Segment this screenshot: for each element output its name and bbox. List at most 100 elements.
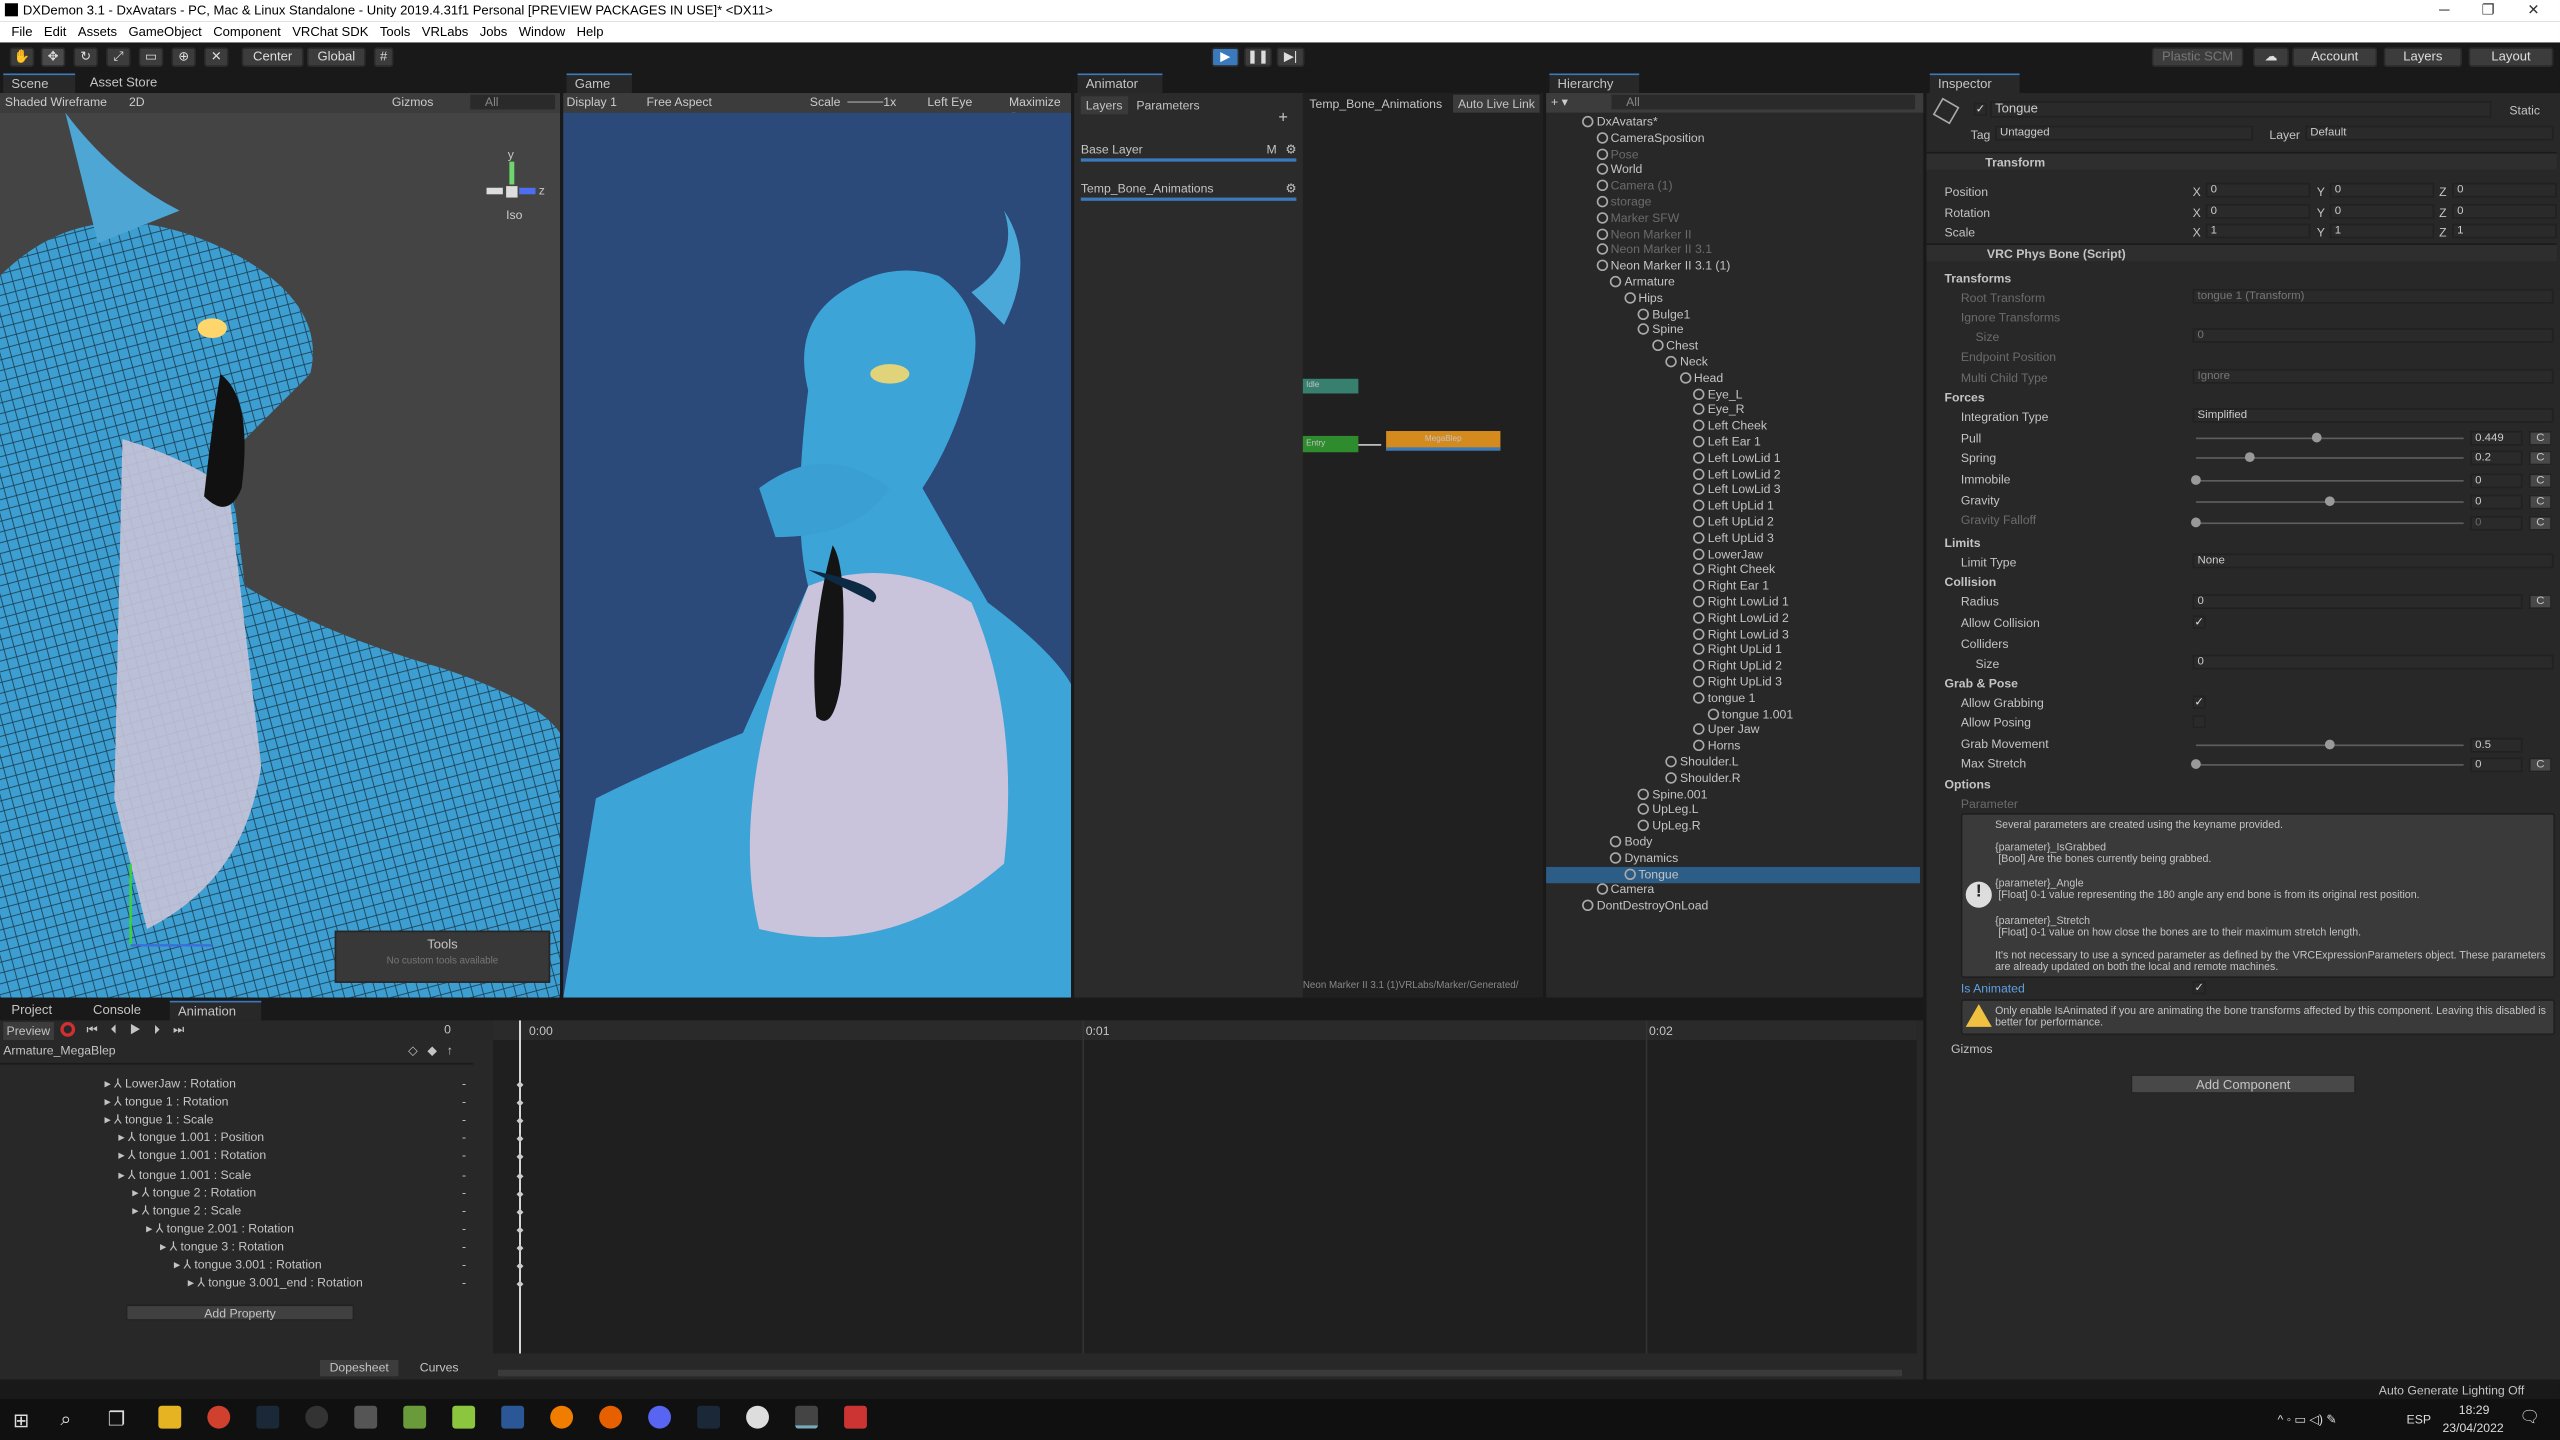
keyframe[interactable] bbox=[516, 1117, 524, 1125]
tab-inspector[interactable]: Inspector bbox=[1929, 73, 2020, 94]
search-icon[interactable]: ⌕ bbox=[60, 1407, 71, 1431]
app-icon[interactable] bbox=[403, 1405, 427, 1429]
move-tool-icon[interactable]: ✥ bbox=[40, 47, 66, 67]
2d-toggle[interactable]: 2D bbox=[129, 95, 145, 110]
hierarchy-item[interactable]: Left LowLid 3 bbox=[1546, 482, 1920, 498]
clock-time[interactable]: 18:29 bbox=[2459, 1402, 2490, 1417]
integration-dropdown[interactable]: Simplified bbox=[2192, 408, 2554, 423]
keyframe-buttons[interactable]: ◇◆↑ bbox=[408, 1043, 462, 1058]
property-options-icon[interactable]: - bbox=[462, 1185, 466, 1201]
slider-grab_movement[interactable] bbox=[2195, 739, 2464, 750]
tag-dropdown[interactable]: Untagged bbox=[1995, 125, 2254, 141]
notification-icon[interactable]: 🗨 bbox=[2519, 1409, 2540, 1427]
limit-type-dropdown[interactable]: None bbox=[2192, 553, 2554, 569]
keyframe[interactable] bbox=[516, 1190, 524, 1198]
gizmos-foldout[interactable]: Gizmos bbox=[1951, 1042, 1993, 1057]
transform-tool-icon[interactable]: ⊕ bbox=[171, 47, 196, 67]
shading-mode-dropdown[interactable]: Shaded Wireframe bbox=[5, 95, 107, 110]
hierarchy-item[interactable]: Pose bbox=[1546, 146, 1920, 162]
expand-arrow-icon[interactable]: ▸ bbox=[118, 1148, 124, 1163]
eye-dropdown[interactable]: Left Eye bbox=[927, 95, 972, 110]
tab-scene[interactable]: Scene bbox=[3, 73, 76, 94]
record-button[interactable] bbox=[60, 1022, 76, 1037]
hierarchy-item[interactable]: Left Ear 1 bbox=[1546, 434, 1920, 450]
hierarchy-item[interactable]: Right UpLid 1 bbox=[1546, 642, 1920, 658]
curve-button-gravity[interactable]: C bbox=[2528, 494, 2552, 510]
hierarchy-item[interactable]: LowerJaw bbox=[1546, 546, 1920, 562]
curve-button-pull[interactable]: C bbox=[2528, 431, 2552, 446]
expand-arrow-icon[interactable]: ▸ bbox=[104, 1076, 110, 1091]
unity-icon[interactable] bbox=[795, 1405, 818, 1429]
animation-property-row[interactable]: ▸ ⅄ tongue 2 : Rotation bbox=[132, 1185, 256, 1201]
app-icon[interactable] bbox=[501, 1405, 525, 1429]
frame-input[interactable]: 0 bbox=[444, 1022, 451, 1037]
radius-field[interactable]: 0 bbox=[2192, 594, 2523, 609]
scale-tool-icon[interactable]: ⤢ bbox=[106, 47, 131, 67]
value-pull[interactable]: 0.449 bbox=[2470, 431, 2523, 446]
add-component-button[interactable]: Add Component bbox=[2130, 1074, 2356, 1094]
hierarchy-item[interactable]: Tongue bbox=[1546, 866, 1920, 883]
slider-immobile[interactable] bbox=[2191, 475, 2464, 485]
animation-property-row[interactable]: ▸ ⅄ tongue 2.001 : Rotation bbox=[146, 1221, 294, 1237]
hierarchy-item[interactable]: Neon Marker II 3.1 (1) bbox=[1546, 258, 1920, 274]
hierarchy-item[interactable]: Spine bbox=[1546, 322, 1920, 338]
pause-button[interactable]: ❚❚ bbox=[1244, 47, 1272, 67]
expand-arrow-icon[interactable]: ▸ bbox=[188, 1275, 194, 1290]
state-megablep[interactable]: MegaBlep bbox=[1386, 431, 1501, 451]
slider-knob[interactable] bbox=[2191, 759, 2201, 769]
hierarchy-item[interactable]: tongue 1 bbox=[1546, 690, 1920, 706]
steam-icon[interactable] bbox=[256, 1405, 280, 1429]
hierarchy-item[interactable]: Right UpLid 3 bbox=[1546, 674, 1920, 690]
hierarchy-item[interactable]: Armature bbox=[1546, 274, 1920, 290]
layers-dropdown[interactable]: Layers bbox=[2383, 47, 2463, 67]
clip-dropdown[interactable]: Armature_MegaBlep bbox=[3, 1043, 199, 1058]
property-options-icon[interactable]: - bbox=[462, 1239, 466, 1255]
hierarchy-item[interactable]: Right Cheek bbox=[1546, 562, 1920, 578]
slider-pull[interactable] bbox=[2195, 432, 2464, 443]
animation-property-row[interactable]: ▸ ⅄ tongue 2 : Scale bbox=[132, 1203, 241, 1219]
timeline-scrollbar[interactable] bbox=[497, 1369, 1903, 1377]
expand-arrow-icon[interactable]: ▸ bbox=[132, 1203, 138, 1218]
app-icon[interactable] bbox=[452, 1405, 476, 1429]
display-dropdown[interactable]: Display 1 bbox=[567, 95, 617, 110]
hierarchy-item[interactable]: Left UpLid 3 bbox=[1546, 530, 1920, 546]
value-spring[interactable]: 0.2 bbox=[2470, 450, 2523, 466]
tab-game[interactable]: Game bbox=[566, 73, 632, 94]
expand-arrow-icon[interactable]: ▸ bbox=[132, 1185, 138, 1200]
tab-hierarchy[interactable]: Hierarchy bbox=[1549, 73, 1640, 94]
hierarchy-item[interactable]: Shoulder.R bbox=[1546, 770, 1920, 786]
tab-project[interactable]: Project bbox=[3, 1001, 76, 1021]
slider-knob[interactable] bbox=[2244, 452, 2255, 463]
layer-dropdown[interactable]: Default bbox=[2305, 125, 2554, 141]
keyframe[interactable] bbox=[516, 1135, 524, 1143]
task-view-icon[interactable]: ❐ bbox=[108, 1407, 126, 1430]
curve-button-spring[interactable]: C bbox=[2528, 450, 2552, 466]
plastic-scm-button[interactable]: Plastic SCM bbox=[2151, 47, 2244, 67]
keyframe[interactable] bbox=[516, 1280, 524, 1288]
keyframe[interactable] bbox=[516, 1099, 524, 1107]
dopesheet-tab[interactable]: Dopesheet bbox=[319, 1359, 399, 1377]
scene-search-input[interactable]: All bbox=[470, 94, 556, 110]
temp-bone-layer-item[interactable]: Temp_Bone_Animations ⚙ bbox=[1080, 178, 1297, 201]
preview-toggle[interactable]: Preview bbox=[3, 1022, 54, 1040]
checkbox-allow_collision[interactable]: ✓ bbox=[2192, 615, 2206, 629]
hierarchy-item[interactable]: UpLeg.L bbox=[1546, 802, 1920, 818]
hierarchy-item[interactable]: Eye_L bbox=[1546, 386, 1920, 402]
auto-live-link-button[interactable]: Auto Live Link bbox=[1453, 94, 1540, 113]
language-indicator[interactable]: ESP bbox=[2407, 1412, 2432, 1427]
expand-arrow-icon[interactable]: ▸ bbox=[174, 1257, 180, 1272]
animation-property-row[interactable]: ▸ ⅄ tongue 1 : Rotation bbox=[104, 1094, 228, 1110]
menu-item[interactable]: Component bbox=[213, 21, 281, 42]
add-property-button[interactable]: Add Property bbox=[125, 1304, 355, 1321]
value-gravity[interactable]: 0 bbox=[2470, 494, 2523, 510]
animation-property-row[interactable]: ▸ ⅄ tongue 1.001 : Position bbox=[118, 1130, 264, 1146]
scale-y-field[interactable]: 1 bbox=[2329, 223, 2435, 239]
value-immobile[interactable]: 0 bbox=[2470, 473, 2523, 489]
slider-knob[interactable] bbox=[2191, 475, 2201, 485]
hierarchy-item[interactable]: Bulge1 bbox=[1546, 306, 1920, 322]
position-x-field[interactable]: 0 bbox=[2205, 182, 2311, 198]
layout-dropdown[interactable]: Layout bbox=[2468, 47, 2554, 67]
curves-tab[interactable]: Curves bbox=[405, 1360, 474, 1376]
value-gravity_falloff[interactable]: 0 bbox=[2470, 515, 2523, 531]
hierarchy-item[interactable]: Spine.001 bbox=[1546, 786, 1920, 802]
